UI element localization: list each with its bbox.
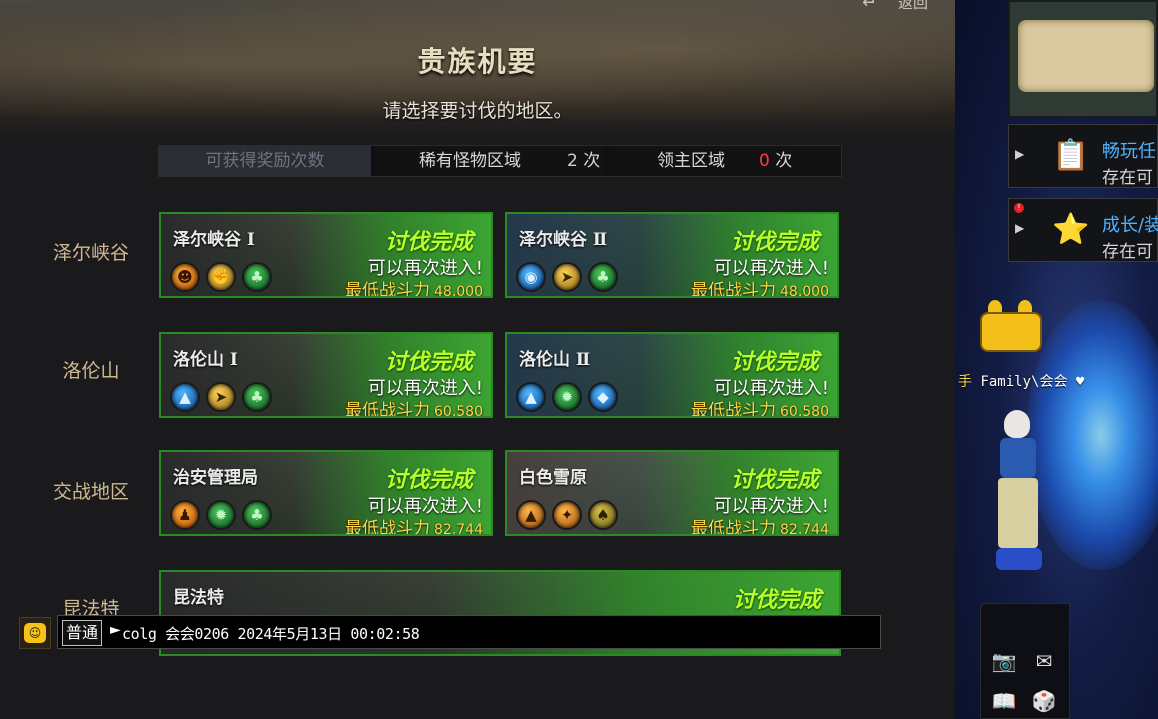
clear-status: 讨伐完成 (730, 467, 819, 493)
dungeon-name: 洛伦山 Ⅱ (519, 350, 591, 370)
quest-title: 畅玩任 (1102, 141, 1156, 162)
clipboard-icon: 📋 (1052, 137, 1090, 173)
clear-status: 讨伐完成 (384, 349, 473, 375)
region-label: 泽尔峡谷 (52, 242, 129, 264)
heart-icon: ♥ (1075, 374, 1085, 390)
quest-subtitle: 存在可 (1102, 168, 1153, 188)
dungeon-name: 治安管理局 (173, 468, 258, 488)
chat-input[interactable]: 普通 ► colg 会会0206 2024年5月13日 00:02:58 (57, 615, 881, 649)
rare-zone-count-value: 2 次 (567, 151, 601, 171)
dungeon-name: 白色雪原 (519, 468, 587, 488)
dungeon-select-panel: 贵族机要 请选择要讨伐的地区。 ↵ 返回 可获得奖励次数 稀有怪物区域 2 次 … (0, 0, 955, 719)
chat-channel-selector[interactable]: 普通 (62, 620, 103, 646)
min-power: 最低战斗力 60,580 (345, 401, 483, 418)
smiley-icon: ☺ (24, 623, 46, 643)
rare-zone-name: 稀有怪物区域 (419, 151, 521, 171)
clear-status: 讨伐完成 (384, 229, 473, 255)
amber-spire-icon[interactable]: ▲ (516, 500, 546, 530)
green-club-icon[interactable]: ♣ (242, 500, 272, 530)
channel-arrow-icon: ► (110, 622, 121, 638)
min-power: 最低战斗力 82,744 (691, 519, 829, 536)
emoji-button[interactable]: ☺ (19, 617, 51, 649)
return-arrow-icon: ↵ (862, 0, 878, 13)
page-subtitle: 请选择要讨伐的地区。 (382, 100, 573, 122)
min-power: 最低战斗力 60,580 (691, 401, 829, 418)
green-club-icon[interactable]: ♣ (242, 262, 272, 292)
clear-status: 讨伐完成 (732, 587, 821, 613)
book-icon[interactable]: 📖 (989, 686, 1019, 716)
clear-status: 讨伐完成 (730, 349, 819, 375)
dungeon-name: 洛伦山 Ⅰ (173, 350, 238, 370)
green-gear-icon[interactable]: ✹ (552, 382, 582, 412)
orange-figure-icon[interactable]: ♟ (170, 500, 200, 530)
gold-fist-icon[interactable]: ✊ (206, 262, 236, 292)
expand-arrow-icon: ▶ (1015, 221, 1025, 235)
boss-zone-count: 领主区域 0 次 (609, 146, 841, 176)
alert-badge: ! (1014, 203, 1024, 213)
boss-zone-name: 领主区域 (657, 151, 725, 171)
blue-helmet-icon[interactable]: ◉ (516, 262, 546, 292)
page-title: 贵族机要 (417, 45, 538, 78)
min-power: 最低战斗力 82,744 (345, 519, 483, 536)
min-power: 最低战斗力 48,000 (345, 281, 483, 298)
region-label: 交战地区 (52, 481, 129, 503)
quest-tracker-item[interactable]: ! ▶ ⭐ 成长/装 存在可 (1008, 198, 1158, 262)
chat-message-text: colg 会会0206 2024年5月13日 00:02:58 (122, 625, 420, 643)
dungeon-name: 昆法特 (173, 588, 224, 608)
blue-spire-icon[interactable]: ▲ (516, 382, 546, 412)
dungeon-card[interactable]: 泽尔峡谷 Ⅰ 讨伐完成 可以再次进入! 最低战斗力 48,000 ☻ ✊ ♣ (159, 212, 493, 298)
minimap-paper (1018, 20, 1154, 92)
green-club-icon[interactable]: ♣ (588, 262, 618, 292)
return-label: 返回 (898, 0, 929, 12)
reward-count-label: 可获得奖励次数 (159, 146, 371, 176)
boss-zone-count-value: 0 次 (759, 151, 793, 171)
letter-icon[interactable]: ✉ (1029, 646, 1059, 676)
gold-boot-icon[interactable]: ➤ (206, 382, 236, 412)
blue-diamond-icon[interactable]: ◆ (588, 382, 618, 412)
quest-subtitle: 存在可 (1102, 242, 1153, 262)
reward-count-bar: 可获得奖励次数 稀有怪物区域 2 次 领主区域 0 次 (158, 145, 842, 177)
clear-status: 讨伐完成 (384, 467, 473, 493)
character-name[interactable]: 手 Family\会会 ♥ (958, 371, 1084, 391)
minimap[interactable] (1008, 0, 1158, 118)
rare-zone-count: 稀有怪物区域 2 次 (375, 146, 605, 176)
dungeon-card[interactable]: 泽尔峡谷 Ⅱ 讨伐完成 可以再次进入! 最低战斗力 48,000 ◉ ➤ ♣ (505, 212, 839, 298)
dungeon-name: 泽尔峡谷 Ⅰ (173, 230, 255, 250)
min-power: 最低战斗力 48,000 (691, 281, 829, 298)
dungeon-card[interactable]: 洛伦山 Ⅱ 讨伐完成 可以再次进入! 最低战斗力 60,580 ▲ ✹ ◆ (505, 332, 839, 418)
dungeon-card[interactable]: 治安管理局 讨伐完成 可以再次进入! 最低战斗力 82,744 ♟ ✹ ♣ (159, 450, 493, 536)
expand-arrow-icon: ▶ (1015, 147, 1025, 161)
return-button[interactable]: ↵ 返回 (862, 0, 942, 16)
green-gear-icon[interactable]: ✹ (206, 500, 236, 530)
orange-mask-icon[interactable]: ☻ (170, 262, 200, 292)
olive-spade-icon[interactable]: ♠ (588, 500, 618, 530)
quick-toolbar: 📷 ✉ 📖 🎲 (980, 603, 1070, 719)
region-label: 洛伦山 (62, 360, 120, 382)
player-character[interactable] (990, 410, 1050, 575)
dungeon-name: 泽尔峡谷 Ⅱ (519, 230, 608, 250)
clear-status: 讨伐完成 (730, 229, 819, 255)
quest-tracker-item[interactable]: ▶ 📋 畅玩任 存在可 (1008, 124, 1158, 188)
dungeon-card[interactable]: 白色雪原 讨伐完成 可以再次进入! 最低战斗力 82,744 ▲ ✦ ♠ (505, 450, 839, 536)
pet-bus (980, 300, 1050, 358)
dungeon-card[interactable]: 洛伦山 Ⅰ 讨伐完成 可以再次进入! 最低战斗力 60,580 ▲ ➤ ♣ (159, 332, 493, 418)
gold-boot-icon[interactable]: ➤ (552, 262, 582, 292)
cube-icon[interactable]: 🎲 (1029, 686, 1059, 716)
star-book-icon: ⭐ (1052, 211, 1090, 247)
quest-title: 成长/装 (1102, 215, 1158, 236)
amber-torch-icon[interactable]: ✦ (552, 500, 582, 530)
camera-icon[interactable]: 📷 (989, 646, 1019, 676)
green-club-icon[interactable]: ♣ (242, 382, 272, 412)
blue-spire-icon[interactable]: ▲ (170, 382, 200, 412)
